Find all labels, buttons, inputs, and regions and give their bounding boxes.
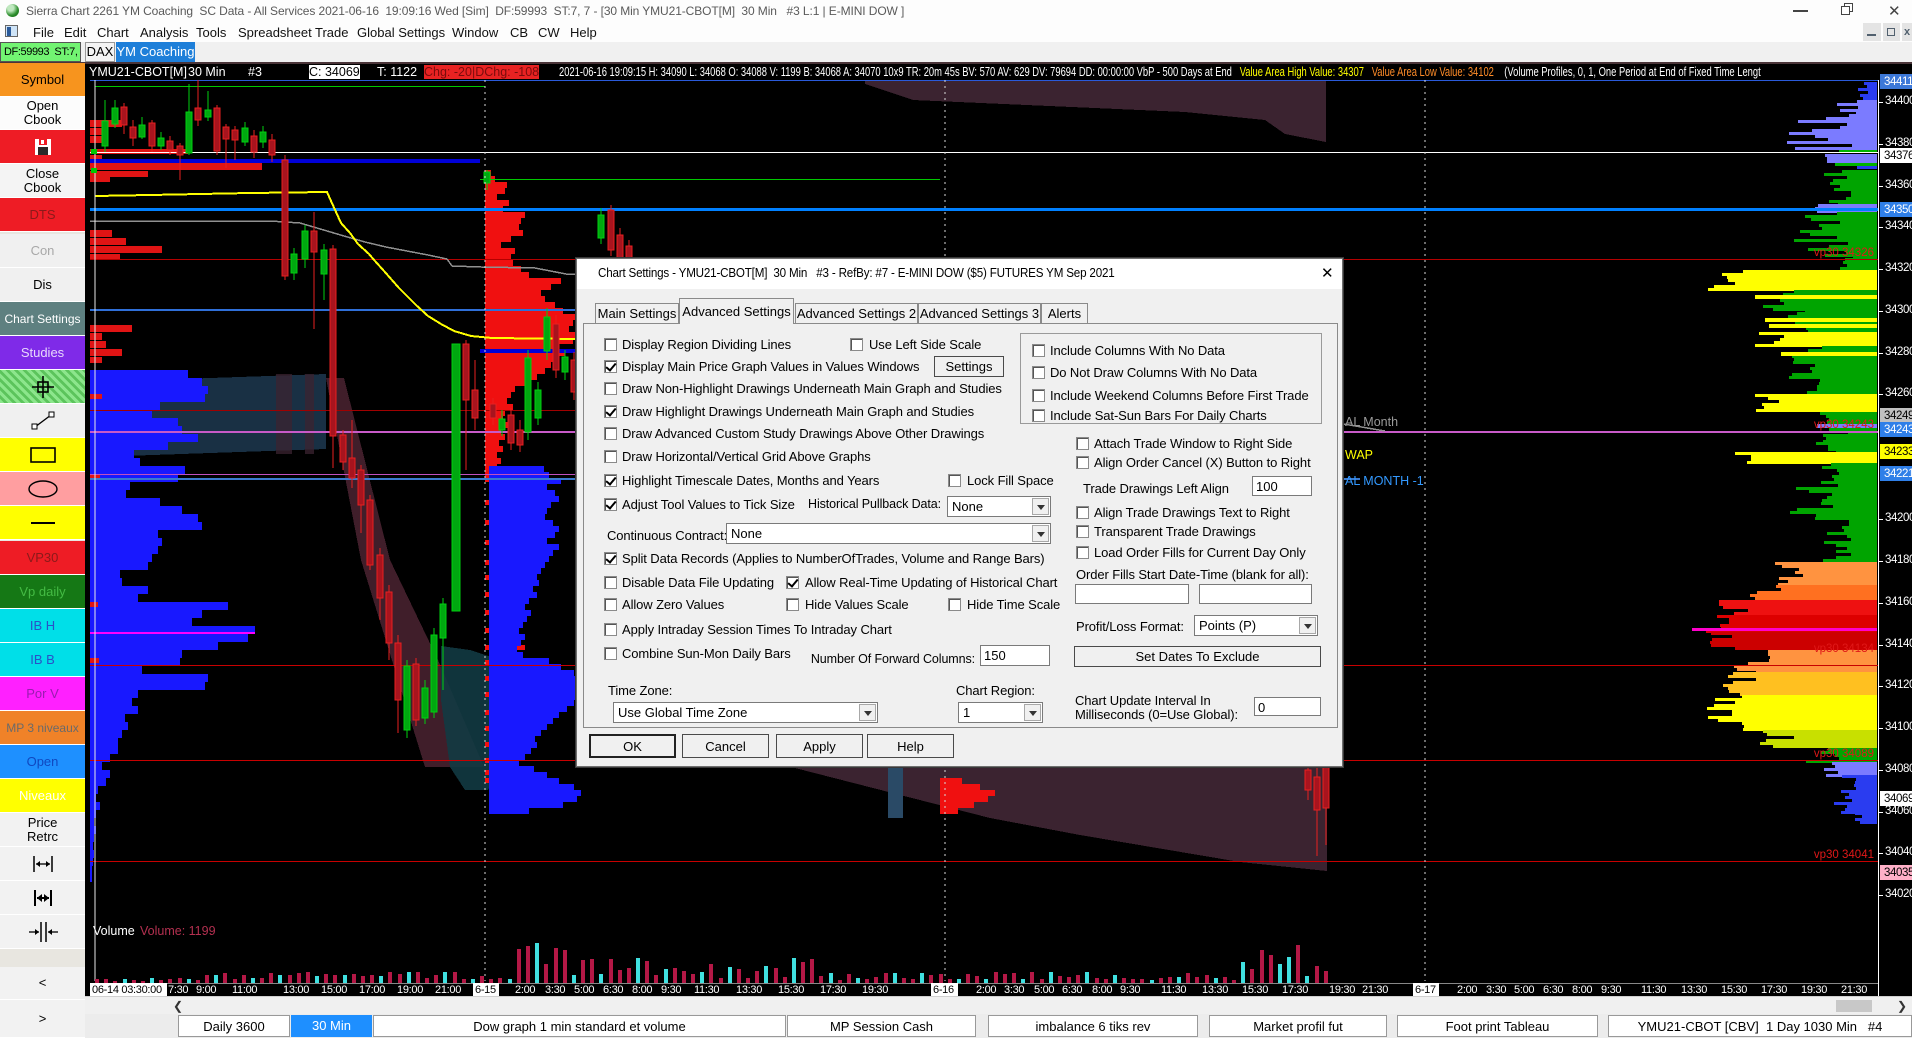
svg-text:Volume: Volume [93,924,135,938]
svg-text:19:30: 19:30 [862,984,888,996]
svg-text:11:30: 11:30 [1161,984,1186,996]
svg-text:11:30: 11:30 [1641,984,1666,996]
svg-text:Volume: 1199: Volume: 1199 [140,924,216,938]
svg-text:vp30 34243: vp30 34243 [1814,419,1874,431]
svg-text:17:30: 17:30 [1282,984,1308,996]
svg-text:13:30: 13:30 [1681,984,1707,996]
svg-text:17:30: 17:30 [1761,984,1787,996]
svg-text:vp30 34326: vp30 34326 [1814,247,1874,259]
svg-text:21:30: 21:30 [1841,984,1867,996]
svg-text:21:00: 21:00 [435,984,461,996]
svg-text:6-17: 6-17 [1415,984,1436,996]
svg-text:AL Month: AL Month [1345,415,1398,429]
svg-text:8:00: 8:00 [1092,984,1112,996]
svg-text:11:00: 11:00 [232,984,257,996]
svg-text:3:30: 3:30 [1486,984,1506,996]
svg-text:06-14 03:30:00: 06-14 03:30:00 [92,984,162,996]
svg-text:vp30 34134: vp30 34134 [1814,643,1875,655]
svg-text:2:00: 2:00 [515,984,535,996]
svg-text:AL MONTH -1: AL MONTH -1 [1345,474,1424,488]
svg-text:3:30: 3:30 [545,984,565,996]
svg-text:6-15: 6-15 [475,984,496,996]
svg-text:19:30: 19:30 [1801,984,1827,996]
svg-text:15:30: 15:30 [1721,984,1747,996]
svg-text:5:00: 5:00 [1034,984,1054,996]
svg-text:9:30: 9:30 [1120,984,1140,996]
svg-text:2:00: 2:00 [976,984,996,996]
svg-text:19:30: 19:30 [1329,984,1355,996]
svg-text:15:30: 15:30 [778,984,804,996]
svg-text:5:00: 5:00 [574,984,594,996]
svg-text:9:30: 9:30 [1601,984,1621,996]
svg-text:21:30: 21:30 [1362,984,1388,996]
svg-text:13:30: 13:30 [1202,984,1228,996]
svg-text:8:00: 8:00 [1572,984,1592,996]
svg-text:6:30: 6:30 [603,984,623,996]
svg-text:11:30: 11:30 [694,984,719,996]
svg-text:9:00: 9:00 [196,984,216,996]
svg-text:8:00: 8:00 [632,984,652,996]
svg-text:6-16: 6-16 [933,984,954,996]
svg-text:15:00: 15:00 [321,984,347,996]
svg-text:13:30: 13:30 [736,984,762,996]
svg-text:7:30: 7:30 [168,984,188,996]
svg-text:9:30: 9:30 [661,984,681,996]
svg-text:6:30: 6:30 [1543,984,1563,996]
svg-text:3:30: 3:30 [1004,984,1024,996]
svg-text:17:00: 17:00 [359,984,385,996]
svg-text:vp30 34041: vp30 34041 [1814,849,1874,861]
svg-text:WAP: WAP [1345,448,1373,462]
svg-text:2:00: 2:00 [1457,984,1477,996]
svg-text:13:00: 13:00 [283,984,309,996]
svg-text:vp30 34089: vp30 34089 [1814,748,1874,760]
svg-text:17:30: 17:30 [820,984,846,996]
svg-text:19:00: 19:00 [397,984,423,996]
svg-text:15:30: 15:30 [1242,984,1268,996]
svg-text:5:00: 5:00 [1514,984,1534,996]
svg-text:6:30: 6:30 [1062,984,1082,996]
